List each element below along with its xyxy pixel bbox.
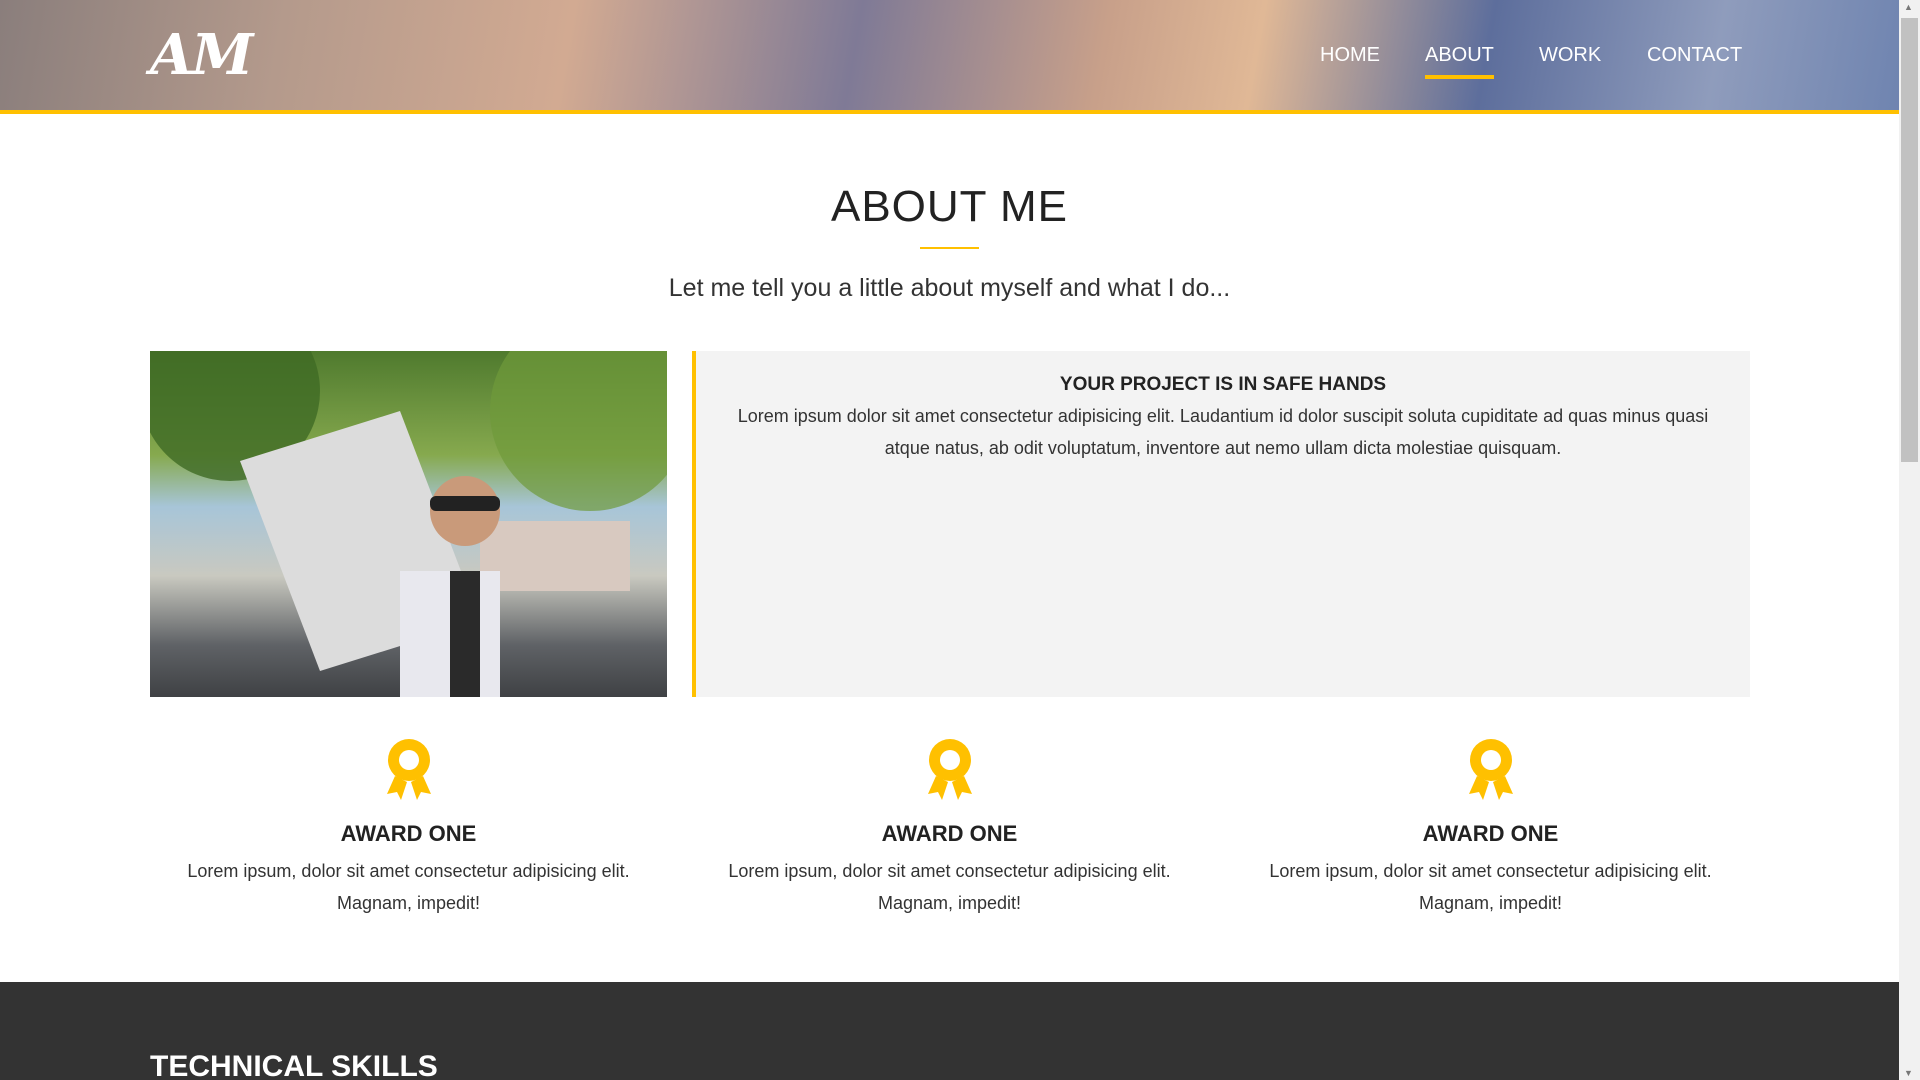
award-icon — [1468, 739, 1513, 800]
award-title: AWARD ONE — [1422, 821, 1559, 846]
card-text: Lorem ipsum dolor sit amet consectetur a… — [737, 406, 1709, 458]
award-text: Lorem ipsum, dolor sit amet consectetur … — [728, 861, 1171, 913]
title-divider — [920, 247, 979, 249]
logo[interactable]: AM — [150, 22, 253, 88]
scrollbar[interactable]: ▲ ▼ — [1899, 0, 1920, 1080]
award-item: AWARD ONE Lorem ipsum, dolor sit amet co… — [679, 738, 1220, 919]
page-subtitle: Let me tell you a little about myself an… — [668, 274, 1231, 302]
info-card: YOUR PROJECT IS IN SAFE HANDS Lorem ipsu… — [692, 351, 1750, 697]
scroll-up-icon[interactable]: ▲ — [1904, 2, 1913, 12]
nav-contact[interactable]: CONTACT — [1647, 44, 1742, 75]
award-item: AWARD ONE Lorem ipsum, dolor sit amet co… — [138, 738, 679, 919]
card-title: YOUR PROJECT IS IN SAFE HANDS — [1059, 374, 1387, 395]
nav-about[interactable]: ABOUT — [1425, 44, 1494, 79]
award-text: Lorem ipsum, dolor sit amet consectetur … — [1269, 861, 1712, 913]
award-title: AWARD ONE — [340, 821, 477, 846]
header: AM HOME ABOUT WORK CONTACT — [0, 0, 1899, 114]
nav-home[interactable]: HOME — [1320, 44, 1380, 75]
award-item: AWARD ONE Lorem ipsum, dolor sit amet co… — [1220, 738, 1761, 919]
award-icon — [386, 739, 431, 800]
skills-title: TECHNICAL SKILLS — [150, 1050, 438, 1080]
award-title: AWARD ONE — [881, 821, 1018, 846]
profile-photo — [150, 351, 667, 697]
scrollbar-thumb[interactable] — [1901, 18, 1918, 462]
skills-section: TECHNICAL SKILLS — [0, 982, 1899, 1080]
award-text: Lorem ipsum, dolor sit amet consectetur … — [187, 861, 630, 913]
scroll-down-icon[interactable]: ▼ — [1904, 1068, 1913, 1078]
page-title: ABOUT ME — [830, 182, 1068, 231]
award-icon — [927, 739, 972, 800]
nav-work[interactable]: WORK — [1539, 44, 1601, 75]
